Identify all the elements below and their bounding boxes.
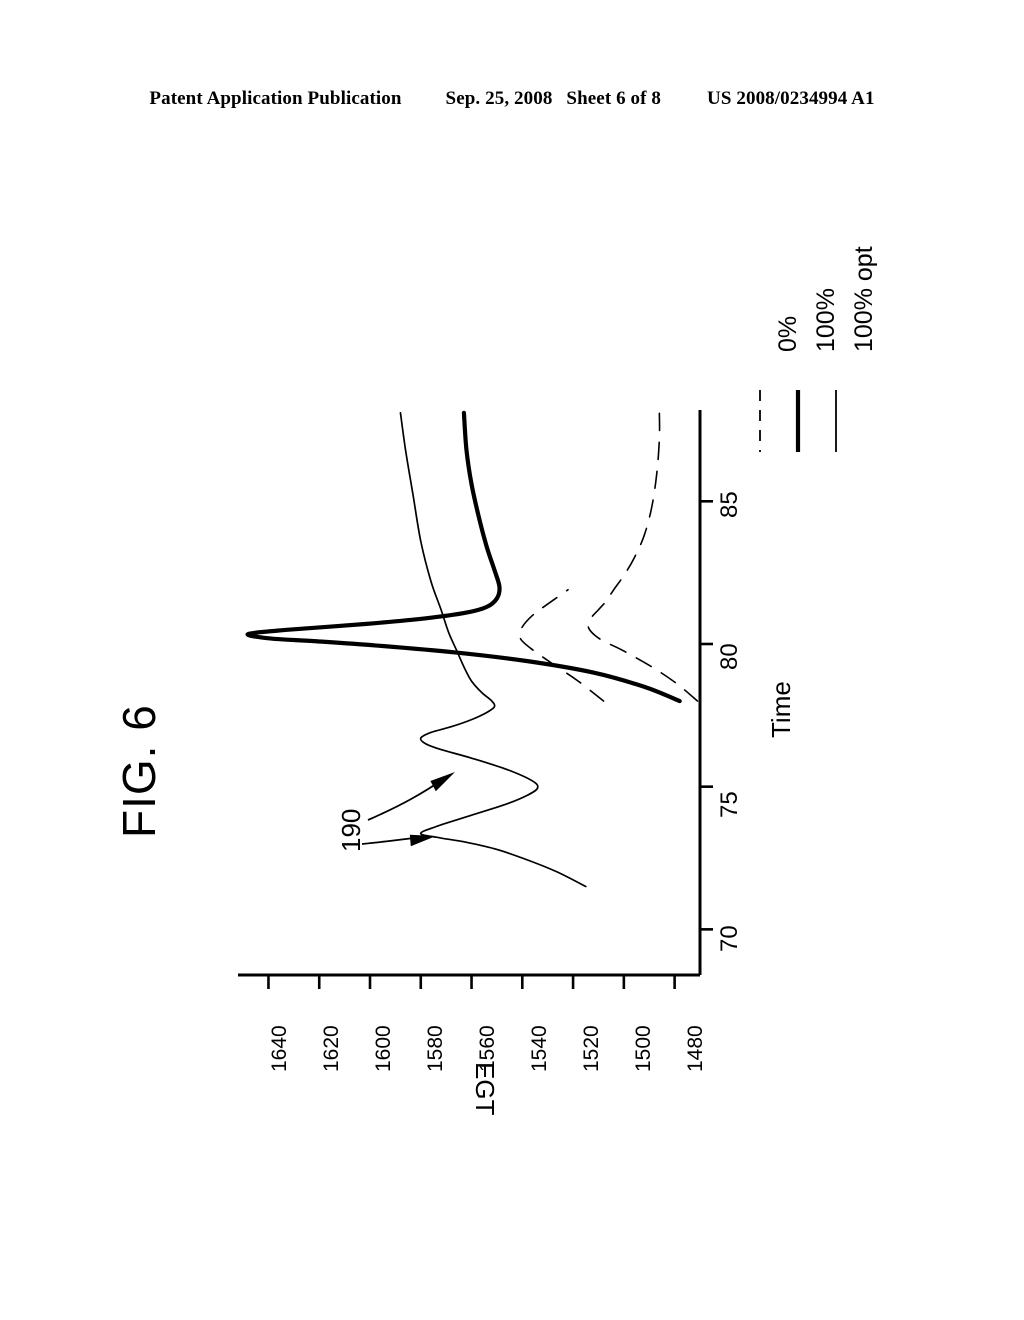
series-0- <box>587 412 699 702</box>
x-axis-title: Time <box>766 681 796 738</box>
ytick-label: 1600 <box>372 1025 395 1072</box>
ytick-label: 1620 <box>320 1025 343 1072</box>
legend-sample-lines <box>759 390 837 452</box>
callout-leader-lower <box>361 837 415 845</box>
ytick-label: 1640 <box>268 1025 291 1072</box>
figure-6: FIG. 6 1640 1620 1600 1580 1560 1540 152… <box>0 0 1024 1320</box>
callout-leader-lines <box>361 772 455 847</box>
legend-label-1: 100% <box>812 288 840 352</box>
xtick-label: 80 <box>716 643 743 670</box>
series-100- <box>245 410 682 704</box>
chart-plot <box>238 390 837 989</box>
callout-arrowhead-lower <box>409 834 436 847</box>
xtick-label: 85 <box>716 491 743 518</box>
chart-series <box>245 410 699 888</box>
xtick-label: 75 <box>716 791 743 818</box>
callout-arrowhead-upper <box>430 772 455 792</box>
series-0-upper <box>518 588 605 702</box>
legend-label-2: 100% opt <box>850 246 878 352</box>
ytick-label: 1500 <box>632 1025 655 1072</box>
ytick-label: 1540 <box>528 1025 551 1072</box>
ytick-label: 1580 <box>424 1025 447 1072</box>
xtick-label: 70 <box>716 925 743 952</box>
ytick-label: 1520 <box>580 1025 603 1072</box>
legend-label-0: 0% <box>774 315 802 352</box>
y-axis-title: EGT <box>470 1062 500 1116</box>
callout-label-190: 190 <box>336 808 366 852</box>
ytick-label: 1480 <box>684 1025 707 1072</box>
